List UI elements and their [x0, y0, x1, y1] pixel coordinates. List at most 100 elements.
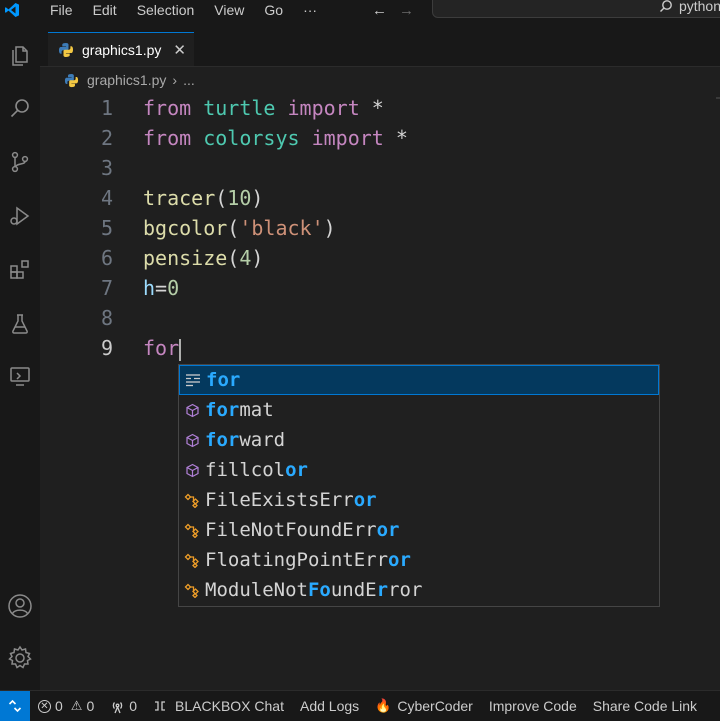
- class-icon: [179, 493, 205, 508]
- suggestion-item[interactable]: format: [179, 395, 659, 425]
- autocomplete-suggestions: for format forward fillcolor FileExistsError…: [178, 364, 660, 607]
- python-file-icon: [59, 42, 73, 57]
- settings-gear-icon[interactable]: [6, 644, 34, 672]
- text-cursor: [179, 338, 182, 361]
- cybercoder[interactable]: 🔥 CyberCoder: [375, 698, 473, 714]
- match-highlight: for: [205, 399, 240, 421]
- add-logs[interactable]: Add Logs: [300, 698, 359, 714]
- suggestion-text: ror: [388, 579, 423, 601]
- share-code-link-label: Share Code Link: [592, 698, 698, 714]
- code-line[interactable]: 2 from colorsys import *: [40, 123, 720, 153]
- share-code-link[interactable]: Share Code Link: [593, 698, 697, 714]
- code-line[interactable]: 6 pensize(4): [40, 243, 720, 273]
- suggestion-item[interactable]: FileNotFoundError: [179, 515, 659, 545]
- code-text: from turtle import *: [143, 93, 384, 123]
- match-highlight: for: [205, 429, 240, 451]
- code-token: from: [143, 96, 192, 120]
- code-line[interactable]: 7 h=0: [40, 273, 720, 303]
- code-line[interactable]: 3: [40, 153, 720, 183]
- improve-code[interactable]: Improve Code: [489, 698, 577, 714]
- code-line[interactable]: 4 tracer(10): [40, 183, 720, 213]
- remote-explorer-icon[interactable]: [6, 362, 34, 390]
- add-logs-label: Add Logs: [299, 698, 360, 714]
- python-file-icon: [64, 73, 79, 87]
- ports-indicator[interactable]: 0: [110, 698, 137, 714]
- code-token: =: [155, 276, 168, 300]
- account-icon[interactable]: [6, 592, 34, 620]
- ports-count: 0: [129, 698, 138, 714]
- blackbox-chat[interactable]: BLACKBOX Chat: [153, 698, 284, 714]
- back-arrow-icon[interactable]: ←: [372, 2, 387, 19]
- code-text: h=0: [143, 273, 179, 303]
- code-line[interactable]: 9 for: [40, 333, 720, 363]
- improve-code-label: Improve Code: [488, 698, 577, 714]
- code-line[interactable]: 5 bgcolor('black'): [40, 213, 720, 243]
- source-control-icon[interactable]: [6, 148, 34, 176]
- close-tab-icon[interactable]: ✕: [173, 41, 186, 59]
- code-token: (: [215, 186, 228, 210]
- testing-icon[interactable]: [6, 310, 34, 338]
- suggestion-label: format: [205, 399, 274, 421]
- code-text: tracer(10): [143, 183, 263, 213]
- match-highlight: or: [376, 519, 400, 541]
- code-token: *: [359, 96, 384, 120]
- cybercoder-label: CyberCoder: [397, 698, 473, 714]
- run-debug-icon[interactable]: [6, 202, 34, 230]
- suggestion-label: ModuleNotFoundError: [205, 579, 422, 601]
- code-token: pensize: [143, 246, 228, 270]
- class-icon: [179, 583, 205, 598]
- chevron-right-icon: ›: [172, 72, 178, 88]
- error-icon: ✕: [38, 699, 51, 713]
- match-highlight: for: [206, 369, 241, 391]
- code-token: 'black': [239, 216, 324, 240]
- code-token: (: [227, 216, 240, 240]
- remote-indicator[interactable]: [0, 691, 30, 721]
- code-token: ): [251, 186, 264, 210]
- tab-graphics1[interactable]: graphics1.py ✕: [48, 32, 194, 66]
- error-count: 0: [55, 698, 63, 714]
- match-highlight: Fo: [307, 579, 331, 601]
- line-number: 1: [100, 96, 113, 120]
- explorer-icon[interactable]: [6, 42, 34, 70]
- code-token: *: [383, 126, 408, 150]
- navigation-arrows: ← →: [372, 0, 414, 20]
- line-number: 9: [100, 336, 113, 360]
- match-highlight: or: [353, 489, 377, 511]
- menu-go[interactable]: Go: [254, 0, 293, 20]
- menu-more[interactable]: ···: [293, 0, 327, 20]
- code-token: tracer: [143, 186, 216, 210]
- suggestion-item[interactable]: forward: [179, 425, 659, 455]
- suggestion-item[interactable]: fillcolor: [179, 455, 659, 485]
- suggestion-item[interactable]: ModuleNotFoundError: [179, 575, 659, 605]
- search-view-icon[interactable]: [6, 94, 34, 122]
- method-icon: [179, 433, 205, 448]
- suggestion-text: fillcol: [205, 459, 286, 481]
- breadcrumb-file[interactable]: graphics1.py: [87, 72, 166, 88]
- suggestion-item[interactable]: FloatingPointError: [179, 545, 659, 575]
- menu-edit[interactable]: Edit: [83, 0, 127, 20]
- match-highlight: r: [376, 579, 389, 601]
- code-token: from: [143, 126, 192, 150]
- code-token: for: [143, 336, 180, 360]
- code-line[interactable]: 8: [40, 303, 720, 333]
- class-icon: [179, 553, 205, 568]
- method-icon: [179, 463, 205, 478]
- menu-view[interactable]: View: [204, 0, 254, 20]
- menu-selection[interactable]: Selection: [127, 0, 205, 20]
- menu-file[interactable]: File: [40, 0, 83, 20]
- command-center-search[interactable]: python: [432, 0, 720, 18]
- code-line[interactable]: 1 from turtle import *: [40, 93, 720, 123]
- code-token: h: [143, 276, 156, 300]
- warning-icon: ⚠: [70, 698, 83, 713]
- suggestion-item[interactable]: for: [179, 365, 659, 395]
- suggestion-item[interactable]: FileExistsError: [179, 485, 659, 515]
- code-token: import: [287, 96, 360, 120]
- tab-label: graphics1.py: [82, 41, 162, 58]
- forward-arrow-icon[interactable]: →: [399, 2, 414, 19]
- extensions-icon[interactable]: [6, 256, 34, 284]
- line-number: 4: [100, 186, 113, 210]
- problems-indicator[interactable]: ✕ 0 ⚠ 0: [38, 698, 94, 714]
- code-token: 4: [239, 246, 252, 270]
- blackbox-icon: [155, 701, 166, 711]
- breadcrumb-more[interactable]: ...: [183, 72, 195, 88]
